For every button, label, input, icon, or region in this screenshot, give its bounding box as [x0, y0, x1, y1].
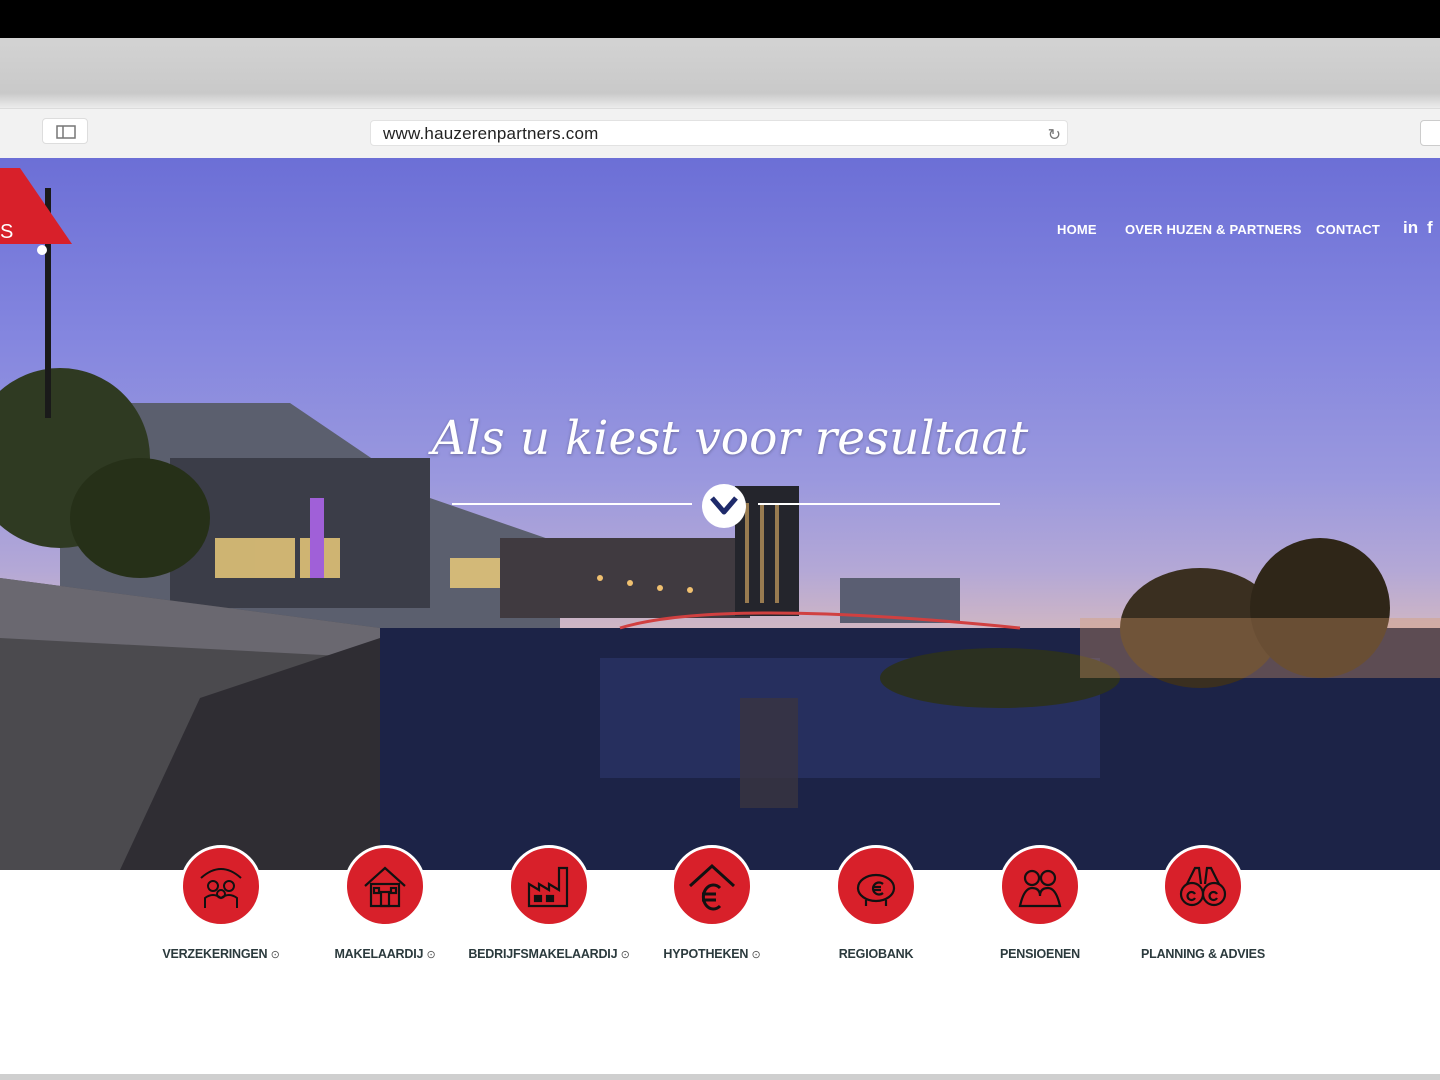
hero-headline: Als u kiest voor resultaat [431, 411, 1029, 466]
piggy-bank-icon [835, 845, 917, 927]
house-icon [344, 845, 426, 927]
reload-icon[interactable]: ↻ [1048, 125, 1061, 145]
service-label: BEDRIJFSMAKELAARDIJ [468, 947, 618, 961]
arrow-circle-icon: ⊙ [270, 949, 280, 961]
family-umbrella-icon [180, 845, 262, 927]
linkedin-icon[interactable]: in [1403, 218, 1418, 238]
service-label: PLANNING & ADVIES [1141, 947, 1265, 961]
house-euro-icon [671, 845, 753, 927]
scroll-down-button[interactable] [702, 484, 746, 528]
sidebar-icon [56, 125, 76, 139]
service-label: REGIOBANK [838, 947, 914, 961]
svg-text:S: S [0, 221, 13, 243]
arrow-circle-icon: ⊙ [751, 949, 761, 961]
service-label: MAKELAARDIJ [334, 947, 424, 961]
service-label: PENSIOENEN [1000, 947, 1080, 961]
factory-icon [508, 845, 590, 927]
service-label: VERZEKERINGEN [162, 947, 268, 961]
screen-top-bezel [0, 0, 1440, 38]
arrow-circle-icon: ⊙ [426, 949, 436, 961]
facebook-icon[interactable]: f [1427, 218, 1433, 238]
url-text: www.hauzerenpartners.com [383, 124, 599, 143]
chevron-down-icon [710, 496, 738, 515]
binoculars-icon [1162, 845, 1244, 927]
nav-home[interactable]: HOME [1057, 222, 1097, 237]
nav-contact[interactable]: CONTACT [1316, 222, 1380, 237]
services-section: VERZEKERINGEN ⊙ MAKELAARDIJ ⊙ BEDRIJFSMA… [0, 845, 1440, 1074]
nav-over-huzen-partners[interactable]: OVER HUZEN & PARTNERS [1125, 222, 1302, 237]
divider-right [758, 503, 1000, 505]
company-logo[interactable]: S [0, 168, 80, 248]
divider-left [452, 503, 692, 505]
screen-bottom-edge [0, 1074, 1440, 1080]
service-label: HYPOTHEKEN [663, 947, 749, 961]
sidebar-toggle-button[interactable] [42, 118, 88, 144]
share-button[interactable] [1420, 120, 1440, 146]
hero-banner: S HOME OVER HUZEN & PARTNERS CONTACT in … [0, 158, 1440, 870]
address-bar[interactable]: www.hauzerenpartners.com ↻ [370, 120, 1068, 146]
couple-icon [999, 845, 1081, 927]
